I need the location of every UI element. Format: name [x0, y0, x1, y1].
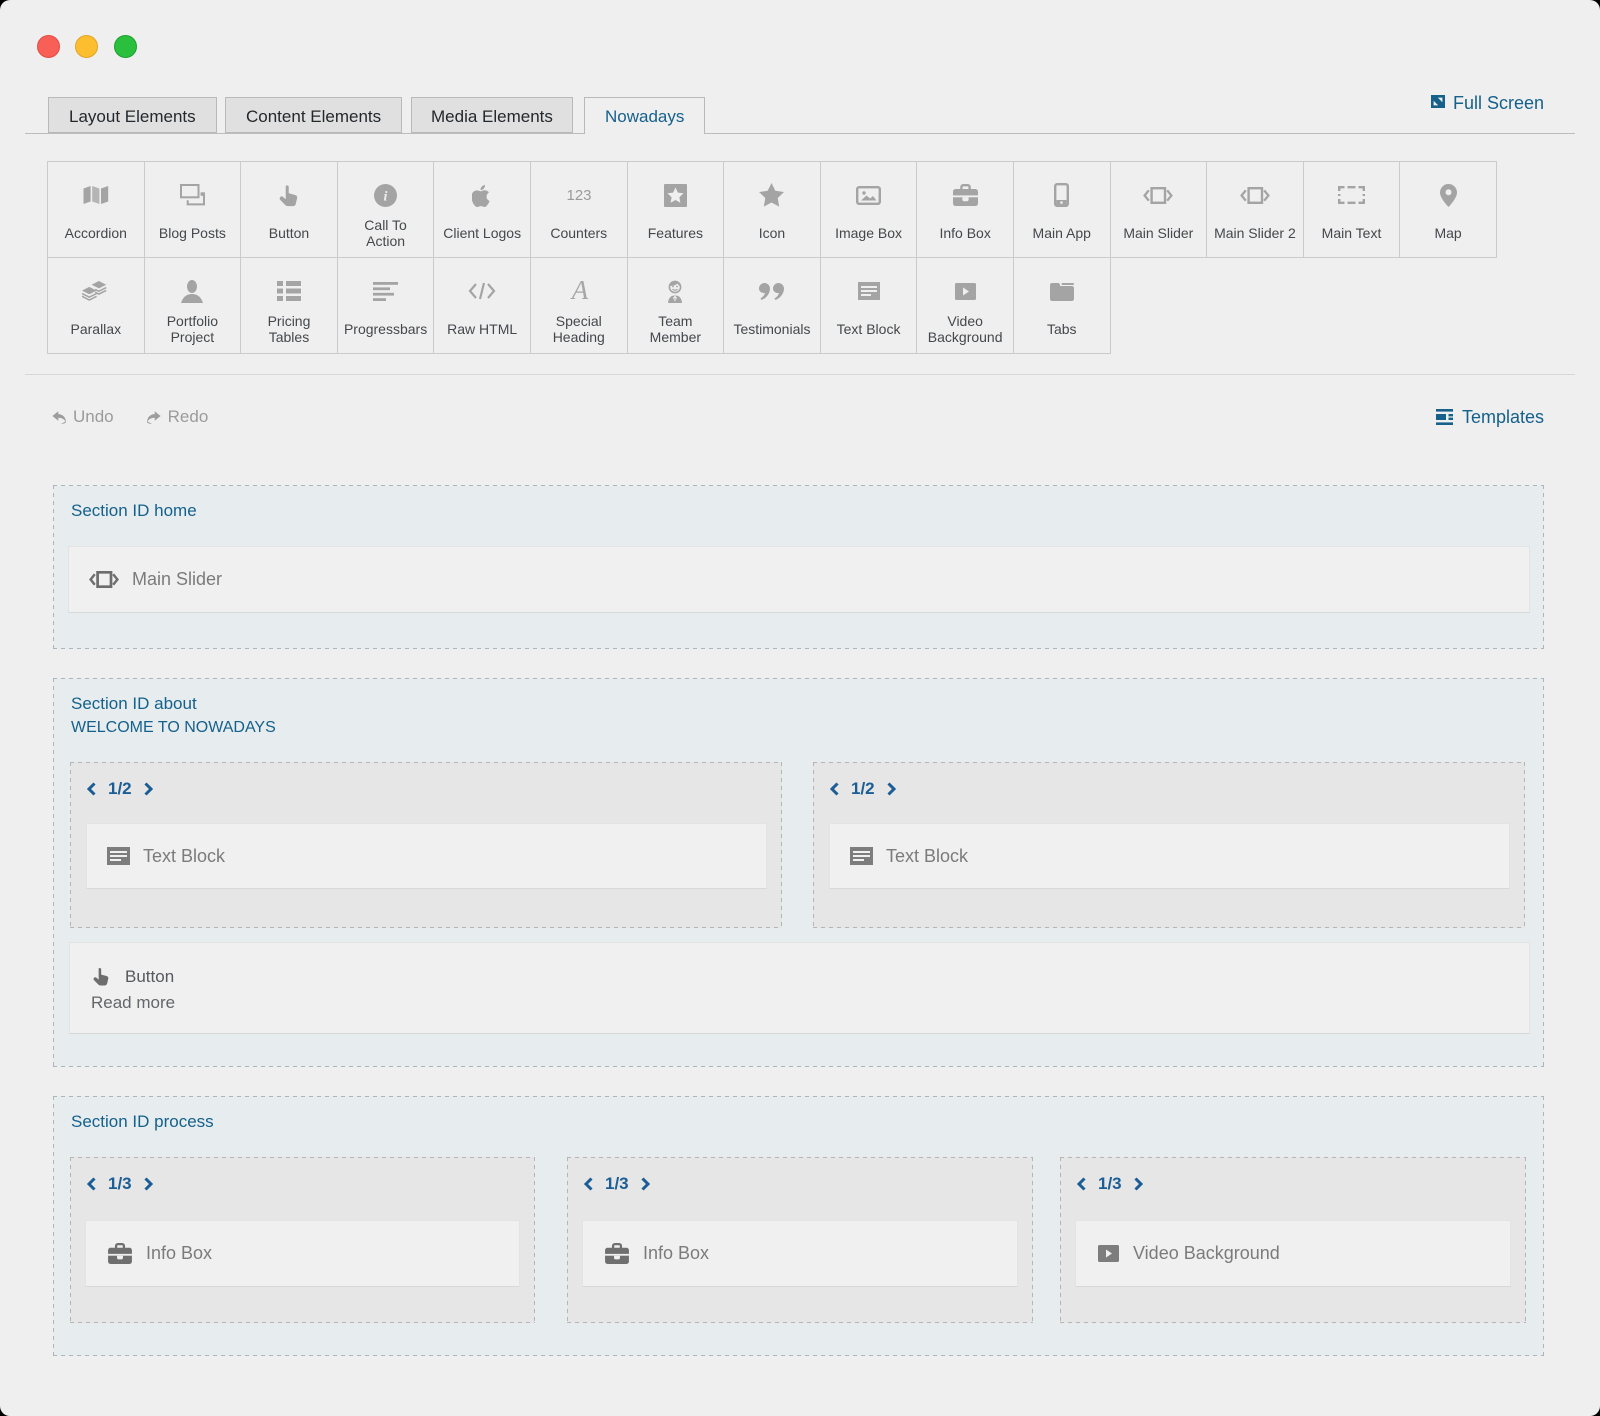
svg-text:123: 123 [566, 188, 591, 202]
svg-text:i: i [384, 189, 388, 204]
svg-text:A: A [570, 280, 589, 303]
